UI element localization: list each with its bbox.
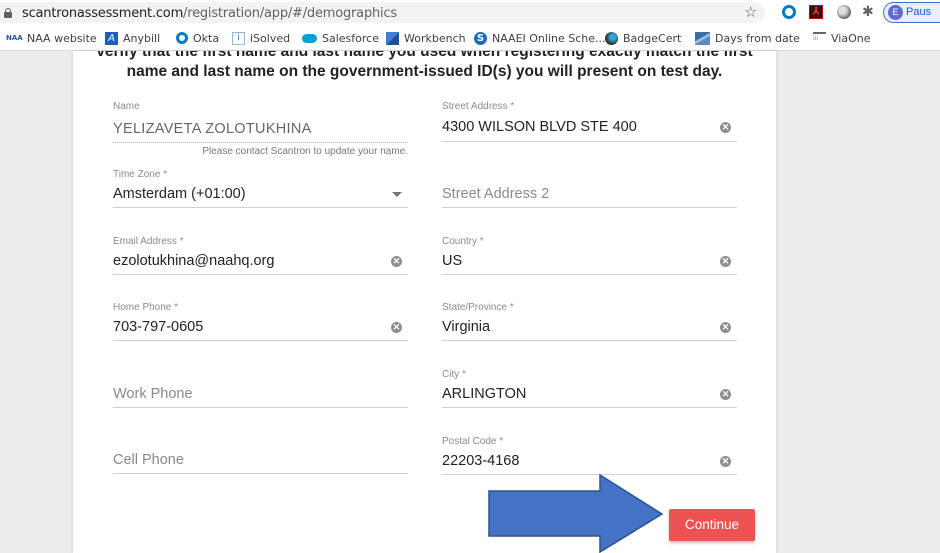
puzzle-icon[interactable]: ✱ (862, 4, 876, 18)
acrobat-icon[interactable]: ⅄ (809, 5, 823, 19)
time-zone-underline (113, 207, 408, 208)
pointer-arrow-annotation (488, 474, 664, 553)
lock-icon[interactable] (4, 8, 12, 18)
bookmark-label: iSolved (250, 31, 291, 45)
bookmark-okta[interactable]: Okta (176, 31, 219, 45)
state-province-label: State/Province * (442, 302, 514, 313)
okta-icon[interactable] (782, 5, 796, 19)
clear-icon[interactable]: ✕ (720, 256, 731, 267)
time-zone-label: Time Zone * (113, 169, 168, 180)
bookmark-label: Anybill (123, 31, 161, 45)
bookmark-label: ViaOne (831, 31, 871, 45)
salesforce-cloud-icon (302, 33, 317, 43)
instruction-heading-line1: verify that the first name and last name… (96, 51, 753, 60)
clear-icon[interactable]: ✕ (720, 322, 731, 333)
url-text[interactable]: scantronassessment.com/registration/app/… (22, 6, 397, 21)
bookmark-salesforce[interactable]: Salesforce (302, 31, 379, 45)
demographics-form-card: verify that the first name and last name… (73, 51, 776, 553)
postal-code-label: Postal Code * (442, 436, 504, 447)
isolved-icon: i (232, 31, 245, 45)
clear-icon[interactable]: ✕ (720, 389, 731, 400)
browser-toolbar: scantronassessment.com/registration/app/… (0, 0, 940, 25)
profile-button[interactable]: E Paus (883, 2, 940, 23)
cell-phone-underline (113, 473, 408, 474)
bookmark-label: BadgeCert (623, 31, 682, 45)
street-address2-underline (442, 207, 737, 208)
home-phone-underline (113, 340, 408, 341)
url-path: /registration/app/#/demographics (183, 6, 397, 21)
street-address-label: Street Address * (442, 101, 515, 112)
city-value[interactable]: ARLINGTON (442, 386, 526, 402)
clear-icon[interactable]: ✕ (391, 322, 402, 333)
chevron-down-icon[interactable] (392, 192, 402, 197)
country-underline (442, 274, 737, 275)
email-label: Email Address * (113, 236, 184, 247)
bookmark-naa-website[interactable]: NAA NAA website (6, 31, 97, 45)
instruction-heading-line2: name and last name on the government-iss… (126, 63, 723, 80)
email-value[interactable]: ezolotukhina@naahq.org (113, 253, 274, 269)
name-value: YELIZAVETA ZOLOTUKHINA (113, 121, 312, 137)
viaone-icon: iii (813, 31, 826, 45)
name-update-hint: Please contact Scantron to update your n… (202, 146, 408, 157)
cell-phone-placeholder[interactable]: Cell Phone (113, 452, 184, 468)
bookmark-viaone[interactable]: iii ViaOne (813, 31, 870, 45)
home-phone-label: Home Phone * (113, 302, 179, 313)
continue-button[interactable]: Continue (669, 509, 755, 541)
bookmark-workbench[interactable]: Workbench (386, 31, 466, 45)
bookmark-naaei[interactable]: S NAAEI Online Sche... (474, 31, 606, 45)
bookmark-days-from-date[interactable]: Days from date (695, 31, 800, 45)
anybill-icon: A (105, 31, 118, 45)
work-phone-underline (113, 407, 408, 408)
address-bar[interactable]: scantronassessment.com/registration/app/… (0, 2, 765, 23)
city-underline (442, 407, 737, 408)
street-address2-placeholder[interactable]: Street Address 2 (442, 186, 549, 202)
name-underline (113, 142, 408, 143)
country-value[interactable]: US (442, 253, 462, 269)
bookmark-label: Salesforce (322, 31, 379, 45)
arrow-shape (488, 474, 664, 553)
bookmark-isolved[interactable]: i iSolved (232, 31, 290, 45)
bookmark-badgecert[interactable]: BadgeCert (605, 31, 681, 45)
avatar: E (888, 5, 903, 20)
bookmark-label: Workbench (404, 31, 466, 45)
naaei-s-icon: S (474, 31, 487, 45)
url-domain: scantronassessment.com (22, 6, 184, 21)
workbench-cube-icon (386, 31, 399, 45)
clear-icon[interactable]: ✕ (720, 456, 731, 467)
badgecert-icon (605, 31, 618, 45)
time-zone-value[interactable]: Amsterdam (+01:00) (113, 186, 246, 202)
bookmark-label: NAAEI Online Sche... (492, 31, 606, 45)
postal-code-value[interactable]: 22203-4168 (442, 453, 519, 469)
street-address-underline (442, 141, 737, 142)
bookmark-star-icon[interactable]: ☆ (744, 3, 757, 21)
name-label: Name (113, 101, 140, 112)
bookmark-anybill[interactable]: A Anybill (105, 31, 160, 45)
bookmarks-bar: NAA NAA website A Anybill Okta i iSolved… (0, 25, 940, 51)
bookmark-label: NAA website (27, 31, 97, 45)
bookmark-label: Days from date (715, 31, 800, 45)
okta-icon (176, 32, 188, 44)
city-label: City * (442, 369, 466, 380)
state-province-value[interactable]: Virginia (442, 319, 490, 335)
circle-extension-icon[interactable] (837, 5, 851, 19)
work-phone-placeholder[interactable]: Work Phone (113, 386, 193, 402)
days-from-date-icon (695, 31, 710, 45)
naa-logo-icon: NAA (6, 33, 23, 42)
clear-icon[interactable]: ✕ (391, 256, 402, 267)
email-underline (113, 274, 408, 275)
clear-icon[interactable]: ✕ (720, 122, 731, 133)
home-phone-value[interactable]: 703-797-0605 (113, 319, 203, 335)
street-address-value[interactable]: 4300 WILSON BLVD STE 400 (442, 119, 637, 135)
state-province-underline (442, 340, 737, 341)
country-label: Country * (442, 236, 484, 247)
bookmark-label: Okta (193, 31, 220, 45)
profile-label: Paus (906, 6, 932, 18)
